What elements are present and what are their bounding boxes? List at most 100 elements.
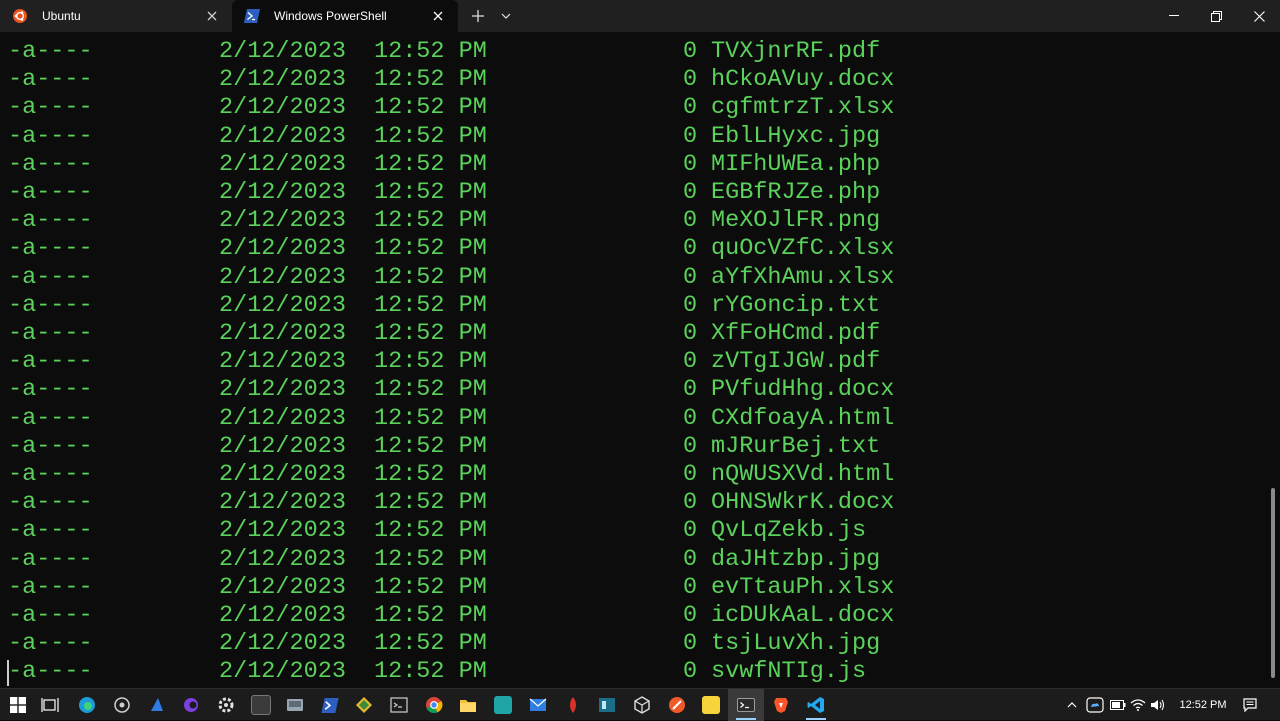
brave-icon[interactable] <box>763 689 799 721</box>
file-date: 2/12/2023 <box>219 150 346 178</box>
taskbar-clock[interactable]: 12:52 PM <box>1168 689 1238 721</box>
file-date: 2/12/2023 <box>219 489 346 517</box>
app-icon[interactable] <box>173 689 209 721</box>
file-mode: -a---- <box>8 38 93 65</box>
powershell-icon[interactable] <box>312 689 348 721</box>
file-date: 2/12/2023 <box>219 38 346 65</box>
file-length: 0 <box>683 461 698 488</box>
app-icon[interactable] <box>659 689 695 721</box>
file-time: 12:52 PM <box>374 94 487 122</box>
file-mode: -a---- <box>8 348 93 376</box>
file-mode: -a---- <box>8 602 93 629</box>
mail-icon[interactable] <box>520 689 556 721</box>
file-length: 0 <box>683 432 698 460</box>
listing-row: -a---- 2/12/2023 12:52 PM 0 TVXjnrRF.pdf <box>0 38 1268 66</box>
file-date: 2/12/2023 <box>219 291 346 319</box>
file-name: PVfudHhg.docx <box>711 376 895 404</box>
chrome-icon[interactable] <box>416 689 452 721</box>
file-length: 0 <box>683 602 698 629</box>
app-icon[interactable] <box>624 689 660 721</box>
listing-row: -a---- 2/12/2023 12:52 PM 0 nQWUSXVd.html <box>0 461 1268 489</box>
file-name: TVXjnrRF.pdf <box>711 38 881 65</box>
battery-icon[interactable] <box>1108 689 1128 721</box>
file-time: 12:52 PM <box>374 66 487 94</box>
tab-windows-powershell[interactable]: Windows PowerShell <box>232 0 458 32</box>
onedrive-icon[interactable] <box>1084 689 1106 721</box>
file-length: 0 <box>683 66 698 94</box>
app-icon[interactable] <box>346 689 382 721</box>
file-date: 2/12/2023 <box>219 517 346 545</box>
file-explorer-icon[interactable] <box>450 689 486 721</box>
listing-row: -a---- 2/12/2023 12:52 PM 0 quOcVZfC.xlsx <box>0 235 1268 263</box>
app-icon[interactable] <box>555 689 591 721</box>
plus-icon <box>472 10 484 22</box>
windows-terminal-icon[interactable] <box>728 689 764 721</box>
dropdown-button[interactable] <box>492 0 520 32</box>
vscode-icon[interactable] <box>798 689 834 721</box>
file-mode: -a---- <box>8 658 93 686</box>
sticky-notes-icon[interactable] <box>693 689 729 721</box>
app-icon[interactable] <box>381 689 417 721</box>
file-date: 2/12/2023 <box>219 179 346 206</box>
file-date: 2/12/2023 <box>219 207 346 235</box>
tab-ubuntu[interactable]: Ubuntu <box>0 0 232 32</box>
file-date: 2/12/2023 <box>219 658 346 686</box>
file-date: 2/12/2023 <box>219 348 346 376</box>
notification-center-icon[interactable] <box>1236 689 1264 721</box>
file-name: icDUkAaL.docx <box>711 602 895 629</box>
listing-row: -a---- 2/12/2023 12:52 PM 0 PVfudHhg.docx <box>0 376 1268 404</box>
restore-button[interactable] <box>1193 0 1239 32</box>
scrollbar[interactable] <box>1268 32 1278 688</box>
scrollbar-thumb[interactable] <box>1271 488 1275 678</box>
close-tab-icon[interactable] <box>424 2 452 30</box>
listing-row: -a---- 2/12/2023 12:52 PM 0 OHNSWkrK.docx <box>0 489 1268 517</box>
windows-start-icon[interactable] <box>0 689 36 721</box>
file-mode: -a---- <box>8 545 93 573</box>
restore-icon <box>1210 10 1222 22</box>
app-icon[interactable] <box>277 689 313 721</box>
file-length: 0 <box>683 94 698 122</box>
edge-icon[interactable] <box>69 689 105 721</box>
file-date: 2/12/2023 <box>219 66 346 94</box>
file-date: 2/12/2023 <box>219 235 346 263</box>
close-tab-icon[interactable] <box>198 2 226 30</box>
listing-row: -a---- 2/12/2023 12:52 PM 0 icDUkAaL.docx <box>0 602 1268 630</box>
file-mode: -a---- <box>8 461 93 488</box>
terminal-output[interactable]: -a---- 2/12/2023 12:52 PM 0 TVXjnrRF.pdf -a--… <box>0 32 1268 688</box>
file-date: 2/12/2023 <box>219 461 346 488</box>
file-name: aYfXhAmu.xlsx <box>711 263 895 291</box>
app-icon[interactable] <box>243 689 279 721</box>
listing-row: -a---- 2/12/2023 12:52 PM 0 cgfmtrzT.xlsx <box>0 94 1268 122</box>
new-tab-button[interactable] <box>464 0 492 32</box>
close-window-button[interactable] <box>1236 0 1280 32</box>
file-date: 2/12/2023 <box>219 432 346 460</box>
file-time: 12:52 PM <box>374 489 487 517</box>
chevron-up-icon <box>1067 702 1077 708</box>
file-mode: -a---- <box>8 263 93 291</box>
file-length: 0 <box>683 263 698 291</box>
close-icon <box>1253 10 1265 22</box>
minimize-button[interactable] <box>1151 0 1197 32</box>
show-hidden-icons-button[interactable] <box>1063 689 1081 721</box>
app-icon[interactable] <box>589 689 625 721</box>
app-icon[interactable] <box>139 689 175 721</box>
file-time: 12:52 PM <box>374 320 487 347</box>
task-view-icon[interactable] <box>32 689 68 721</box>
file-length: 0 <box>683 235 698 263</box>
powershell-icon <box>244 8 260 24</box>
file-date: 2/12/2023 <box>219 545 346 573</box>
file-time: 12:52 PM <box>374 235 487 263</box>
file-length: 0 <box>683 122 698 150</box>
volume-icon[interactable] <box>1148 689 1168 721</box>
file-mode: -a---- <box>8 573 93 601</box>
app-icon[interactable] <box>485 689 521 721</box>
file-name: zVTgIJGW.pdf <box>711 348 881 376</box>
file-date: 2/12/2023 <box>219 630 346 658</box>
listing-row: -a---- 2/12/2023 12:52 PM 0 EblLHyxc.jpg <box>0 123 1268 151</box>
text-cursor <box>7 660 9 686</box>
file-name: CXdfoayA.html <box>711 404 895 432</box>
settings-gear-icon[interactable] <box>208 689 244 721</box>
app-icon[interactable] <box>104 689 140 721</box>
wifi-icon[interactable] <box>1128 689 1148 721</box>
file-name: rYGoncip.txt <box>711 291 881 319</box>
